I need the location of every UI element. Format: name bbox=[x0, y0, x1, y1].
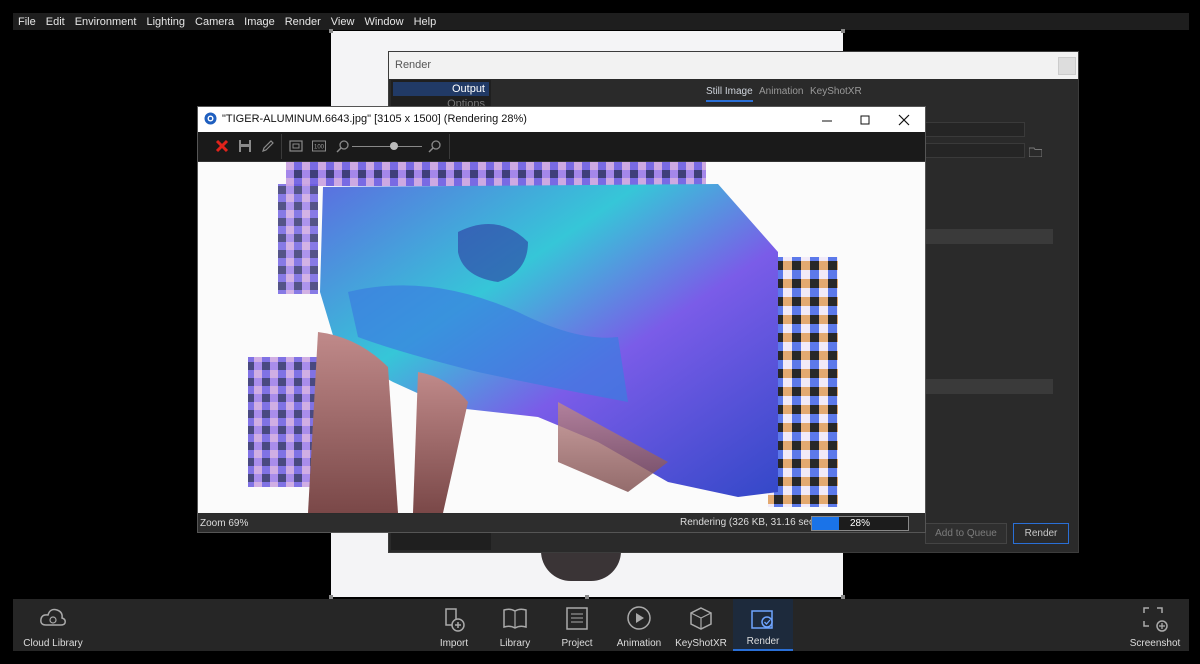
menu-render[interactable]: Render bbox=[280, 16, 326, 28]
image-status-bar: Zoom 69% Rendering (326 KB, 31.16 sec) 2… bbox=[198, 514, 925, 532]
dock-label-import: Import bbox=[439, 638, 469, 649]
render-button[interactable]: Render bbox=[1013, 523, 1069, 544]
minimize-icon[interactable] bbox=[818, 111, 836, 129]
name-field[interactable] bbox=[925, 122, 1025, 137]
cube-icon bbox=[690, 607, 712, 630]
save-icon[interactable] bbox=[238, 139, 252, 153]
menu-view[interactable]: View bbox=[326, 16, 360, 28]
play-icon bbox=[627, 606, 651, 630]
screenshot-icon bbox=[1143, 607, 1168, 632]
close-icon[interactable] bbox=[895, 111, 913, 129]
pencil-icon[interactable] bbox=[261, 139, 275, 153]
library-button[interactable]: Library bbox=[485, 599, 545, 651]
zoom-out-icon[interactable] bbox=[336, 139, 350, 153]
toolbar-divider bbox=[281, 134, 282, 159]
model-shadow bbox=[541, 551, 621, 581]
image-output-window: "TIGER-ALUMINUM.6643.jpg" [3105 x 1500] … bbox=[197, 106, 926, 533]
project-icon bbox=[566, 607, 588, 630]
animation-button[interactable]: Animation bbox=[609, 599, 669, 651]
render-dialog-title: Render bbox=[395, 59, 432, 71]
book-icon bbox=[503, 608, 527, 629]
section-header bbox=[925, 379, 1053, 394]
keyshotxr-button[interactable]: KeyShotXR bbox=[671, 599, 731, 651]
svg-text:100: 100 bbox=[314, 145, 325, 151]
render-dock-button[interactable]: Render bbox=[733, 599, 793, 651]
screenshot-button[interactable]: Screenshot bbox=[1125, 599, 1185, 651]
image-window-titlebar: "TIGER-ALUMINUM.6643.jpg" [3105 x 1500] … bbox=[198, 107, 925, 132]
cloud-library-button[interactable]: Cloud Library bbox=[23, 599, 83, 651]
stop-render-icon[interactable] bbox=[215, 139, 229, 153]
import-icon bbox=[445, 608, 465, 632]
menu-image[interactable]: Image bbox=[239, 16, 280, 28]
menu-edit[interactable]: Edit bbox=[41, 16, 70, 28]
render-progress-bar: 28% bbox=[811, 516, 909, 531]
add-to-queue-button[interactable]: Add to Queue bbox=[925, 523, 1007, 544]
actual-size-icon[interactable]: 100 bbox=[312, 139, 326, 153]
dock-label-project: Project bbox=[561, 638, 593, 649]
dock-label-library: Library bbox=[499, 638, 531, 649]
zoom-slider-track[interactable] bbox=[352, 146, 422, 147]
image-toolbar: 100 bbox=[198, 132, 925, 162]
render-dialog-titlebar: Render bbox=[389, 52, 1078, 79]
render-dialog-close-button[interactable] bbox=[1058, 57, 1076, 75]
keyshot-app-icon bbox=[204, 112, 217, 125]
menu-file[interactable]: File bbox=[13, 16, 41, 28]
render-preview-canvas[interactable] bbox=[198, 162, 925, 513]
zoom-slider-handle[interactable] bbox=[390, 142, 398, 150]
dock-label-keyshotxr: KeyShotXR bbox=[675, 638, 727, 649]
zoom-level-readout: Zoom 69% bbox=[200, 518, 249, 529]
menu-bar: File Edit Environment Lighting Camera Im… bbox=[13, 13, 1189, 30]
viewport-corner-handle bbox=[329, 29, 333, 33]
folder-icon[interactable] bbox=[1028, 144, 1043, 158]
dock-label-cloud-library: Cloud Library bbox=[23, 638, 83, 649]
tab-animation[interactable]: Animation bbox=[759, 86, 803, 97]
menu-window[interactable]: Window bbox=[359, 16, 408, 28]
menu-camera[interactable]: Camera bbox=[190, 16, 239, 28]
project-button[interactable]: Project bbox=[547, 599, 607, 651]
dock-label-screenshot: Screenshot bbox=[1129, 638, 1181, 649]
viewport-corner-handle bbox=[841, 29, 845, 33]
rendering-info: Rendering (326 KB, 31.16 sec) bbox=[680, 517, 818, 528]
import-button[interactable]: Import bbox=[424, 599, 484, 651]
bottom-dock: Cloud Library Import Library Project Ani… bbox=[13, 599, 1189, 651]
dock-label-animation: Animation bbox=[616, 638, 662, 649]
folder-field[interactable] bbox=[925, 143, 1025, 158]
toolbar-divider bbox=[449, 134, 450, 159]
sidebar-item-output[interactable]: Output bbox=[393, 82, 489, 96]
cloud-icon bbox=[40, 608, 66, 626]
fit-view-icon[interactable] bbox=[289, 139, 303, 153]
menu-environment[interactable]: Environment bbox=[70, 16, 142, 28]
section-header bbox=[925, 229, 1053, 244]
maximize-icon[interactable] bbox=[856, 111, 874, 129]
menu-lighting[interactable]: Lighting bbox=[141, 16, 190, 28]
render-icon bbox=[751, 610, 773, 629]
tab-keyshotxr[interactable]: KeyShotXR bbox=[810, 86, 862, 97]
image-window-title: "TIGER-ALUMINUM.6643.jpg" [3105 x 1500] … bbox=[222, 113, 527, 125]
render-progress-text: 28% bbox=[849, 518, 870, 529]
tab-still-image[interactable]: Still Image bbox=[706, 86, 753, 102]
dock-label-render: Render bbox=[746, 636, 780, 647]
tiger-skull-render-image bbox=[198, 162, 925, 513]
menu-help[interactable]: Help bbox=[409, 16, 442, 28]
zoom-in-icon[interactable] bbox=[428, 139, 442, 153]
